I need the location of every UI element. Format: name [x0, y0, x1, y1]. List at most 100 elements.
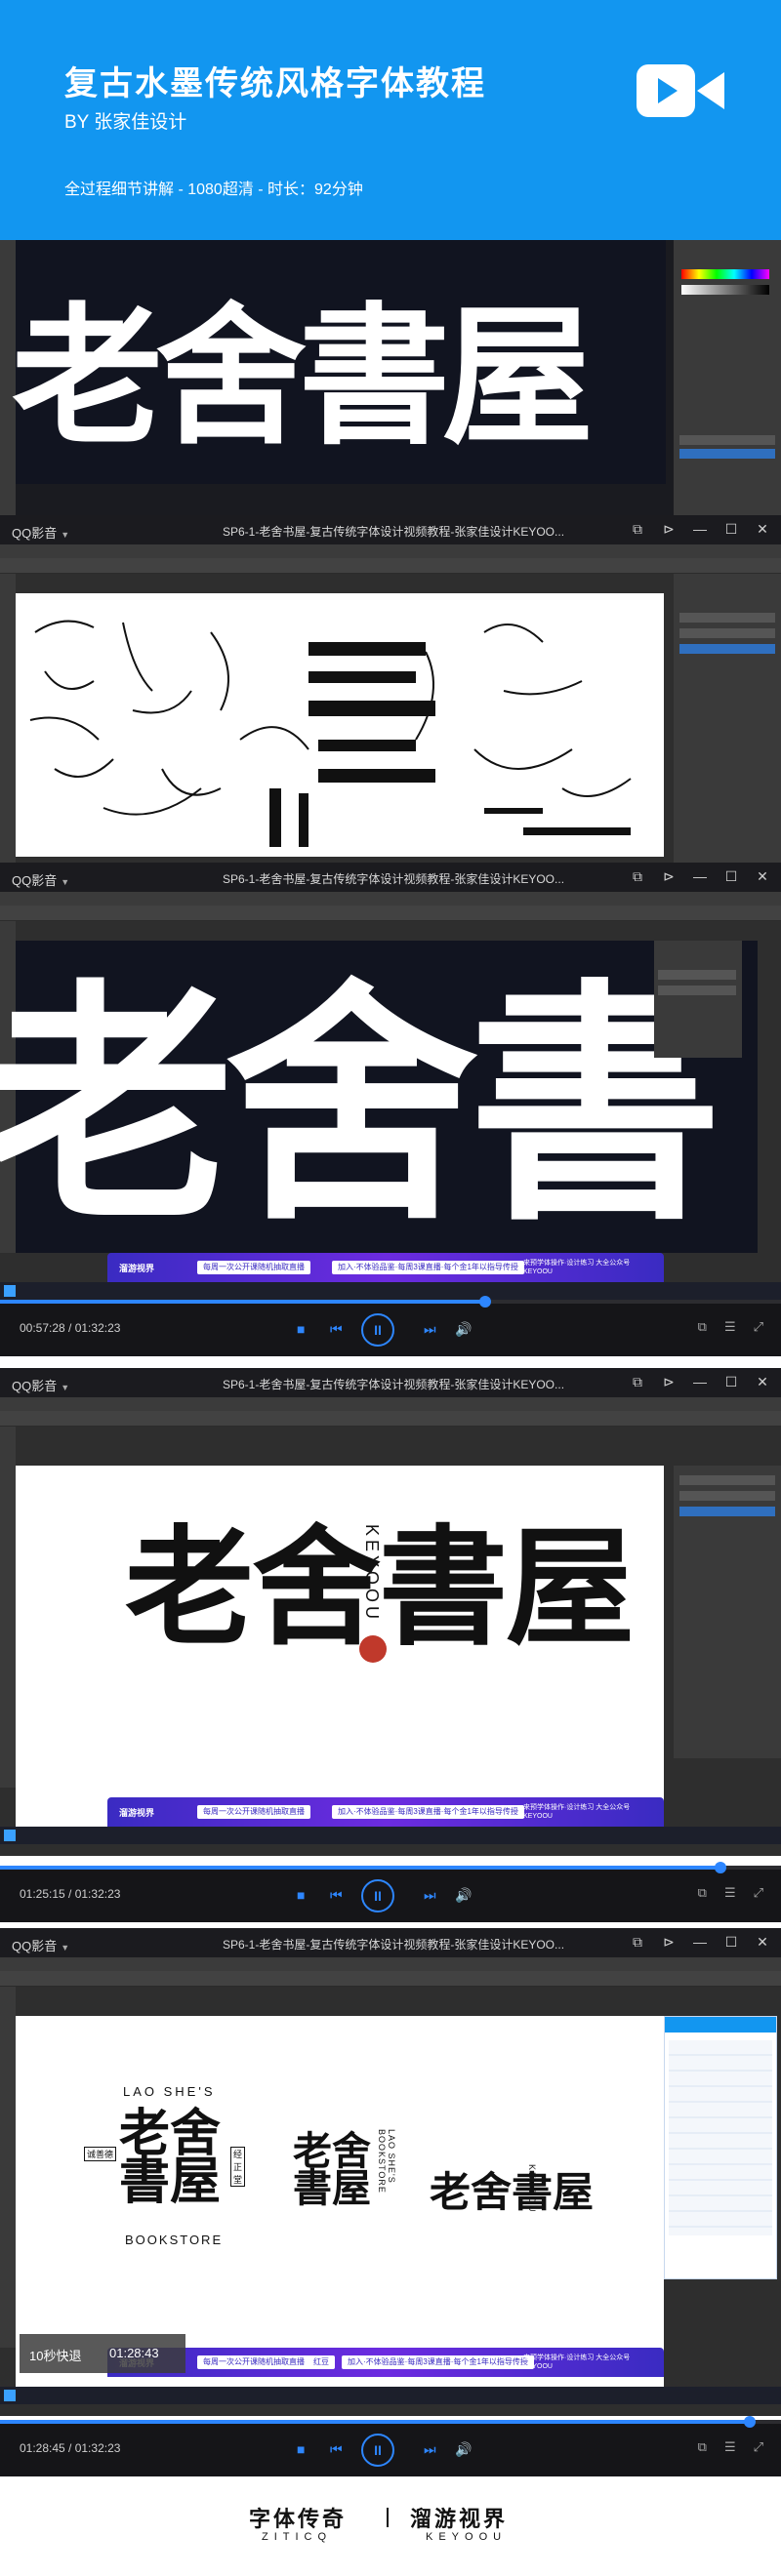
logo-top-text: LAO SHE'S — [123, 2084, 216, 2099]
layer-row[interactable] — [679, 644, 775, 654]
chevron-down-icon[interactable]: ▼ — [61, 1943, 69, 1952]
stop-icon[interactable]: ■ — [297, 2441, 305, 2457]
layer-row[interactable] — [658, 986, 736, 995]
app-name[interactable]: QQ影音 — [12, 526, 57, 541]
windows-start-icon[interactable] — [4, 1285, 16, 1297]
playlist-icon[interactable]: ☰ — [724, 1885, 736, 1901]
stop-icon[interactable]: ■ — [297, 1887, 305, 1903]
course-meta: 全过程细节讲解 - 1080超清 - 时长：92分钟 — [64, 181, 363, 198]
next-icon[interactable]: ⏭ — [424, 2441, 436, 2458]
progress-knob[interactable] — [715, 1862, 726, 1873]
screenshot-icon[interactable]: ⧉ — [629, 867, 646, 885]
chevron-down-icon[interactable]: ▼ — [61, 1383, 69, 1392]
previous-icon[interactable]: ⏮ — [330, 2441, 343, 2458]
pause-button[interactable]: II — [361, 1313, 394, 1347]
progress-bar[interactable] — [0, 1866, 781, 1870]
close-icon[interactable]: ✕ — [754, 1933, 771, 1951]
maximize-icon[interactable]: ☐ — [722, 1933, 740, 1951]
video-title: SP6-1-老舍书屋-复古传统字体设计视频教程-张家佳设计KEYOO... — [223, 872, 565, 886]
minimize-icon[interactable]: — — [691, 520, 709, 538]
player-controls: 01:25:15 / 01:32:23 ■ ⏮ II ⏭ 🔊 ⧉ ☰ ⤢ — [0, 1862, 781, 1922]
screenshot-icon[interactable]: ⧉ — [698, 2439, 707, 2455]
next-icon[interactable]: ⏭ — [424, 1321, 436, 1338]
banner-pill[interactable]: 加入·不体验品鉴·每周3课直播·每个金1年以指导传授 — [332, 1805, 524, 1819]
pin-icon[interactable]: ⊳ — [660, 1933, 678, 1951]
close-icon[interactable]: ✕ — [754, 1373, 771, 1390]
screenshot-icon[interactable]: ⧉ — [629, 520, 646, 538]
promo-banner: 溜游视界 每周一次公开课随机抽取直播 加入·不体验品鉴·每周3课直播·每个金1年… — [107, 1253, 664, 1282]
maximize-icon[interactable]: ☐ — [722, 520, 740, 538]
close-icon[interactable]: ✕ — [754, 520, 771, 538]
player-titlebar: QQ影音 ▼ SP6-1-老舍书屋-复古传统字体设计视频教程-张家佳设计KEYOO… — [0, 1928, 781, 1957]
app-name[interactable]: QQ影音 — [12, 1379, 57, 1393]
windows-taskbar — [0, 1827, 781, 1844]
ps-menubar — [0, 1397, 781, 1411]
banner-pill[interactable]: 每周一次公开课随机抽取直播 — [197, 2355, 310, 2369]
progress-bar[interactable] — [0, 1300, 781, 1304]
volume-icon[interactable]: 🔊 — [455, 1321, 472, 1338]
chevron-down-icon[interactable]: ▼ — [61, 877, 69, 887]
screenshot-icon[interactable]: ⧉ — [698, 1885, 707, 1901]
banner-pill[interactable]: 红豆 — [308, 2355, 335, 2369]
screenshot-icon[interactable]: ⧉ — [629, 1373, 646, 1390]
brand-ziticq-sub: ZITICQ — [262, 2531, 333, 2543]
seek-tooltip: 10秒快退 01:28:43 — [20, 2334, 185, 2373]
next-icon[interactable]: ⏭ — [424, 1887, 436, 1904]
time-readout: 01:28:45 / 01:32:23 — [20, 2441, 121, 2455]
banner-pill[interactable]: 加入·不体验品鉴·每周3课直播·每个金1年以指导传授 — [332, 1261, 524, 1274]
layer-row[interactable] — [679, 449, 775, 459]
ps-menubar — [0, 544, 781, 558]
screenshot-icon[interactable]: ⧉ — [629, 1933, 646, 1951]
layer-row[interactable] — [679, 1507, 775, 1516]
banner-pill[interactable]: 加入·不体验品鉴·每周3课直播·每个金1年以指导传授 — [342, 2355, 534, 2369]
progress-knob[interactable] — [479, 1296, 491, 1308]
windows-start-icon[interactable] — [4, 2390, 16, 2401]
layer-row[interactable] — [679, 1491, 775, 1501]
chevron-down-icon[interactable]: ▼ — [61, 530, 69, 540]
pin-icon[interactable]: ⊳ — [660, 1373, 678, 1390]
banner-pill[interactable]: 每周一次公开课随机抽取直播 — [197, 1805, 310, 1819]
volume-icon[interactable]: 🔊 — [455, 1887, 472, 1904]
fullscreen-icon[interactable]: ⤢ — [754, 2439, 763, 2455]
screenshot-icon[interactable]: ⧉ — [698, 1319, 707, 1335]
progress-bar[interactable] — [0, 2420, 781, 2424]
player-controls: 00:57:28 / 01:32:23 ■ ⏮ II ⏭ 🔊 ⧉ ☰ ⤢ — [0, 1296, 781, 1356]
maximize-icon[interactable]: ☐ — [722, 867, 740, 885]
time-readout: 01:25:15 / 01:32:23 — [20, 1887, 121, 1901]
layer-row[interactable] — [679, 435, 775, 445]
chat-list[interactable] — [669, 2040, 772, 2235]
banner-right-text: 来预学体操作·设计练习 大全公众号 KEYOOU — [523, 2355, 631, 2370]
minimize-icon[interactable]: — — [691, 1933, 709, 1951]
fullscreen-icon[interactable]: ⤢ — [754, 1885, 763, 1901]
app-name[interactable]: QQ影音 — [12, 1939, 57, 1953]
banner-pill[interactable]: 每周一次公开课随机抽取直播 — [197, 1261, 310, 1274]
minimize-icon[interactable]: — — [691, 867, 709, 885]
progress-knob[interactable] — [744, 2416, 756, 2428]
previous-icon[interactable]: ⏮ — [330, 1321, 343, 1338]
fullscreen-icon[interactable]: ⤢ — [754, 1319, 763, 1335]
maximize-icon[interactable]: ☐ — [722, 1373, 740, 1390]
playlist-icon[interactable]: ☰ — [724, 1319, 736, 1335]
layer-row[interactable] — [679, 628, 775, 638]
video-camera-icon — [637, 64, 724, 117]
brush-stroke-sheet — [29, 620, 632, 847]
previous-icon[interactable]: ⏮ — [330, 1887, 343, 1904]
pause-button[interactable]: II — [361, 1879, 394, 1912]
playlist-icon[interactable]: ☰ — [724, 2439, 736, 2455]
app-name[interactable]: QQ影音 — [12, 873, 57, 888]
ps-right-panel — [654, 941, 742, 1058]
pin-icon[interactable]: ⊳ — [660, 867, 678, 885]
layer-row[interactable] — [658, 970, 736, 980]
layer-row[interactable] — [679, 1475, 775, 1485]
promo-banner: 溜游视界 每周一次公开课随机抽取直播 加入·不体验品鉴·每周3课直播·每个金1年… — [107, 1797, 664, 1827]
stop-icon[interactable]: ■ — [297, 1321, 305, 1337]
close-icon[interactable]: ✕ — [754, 867, 771, 885]
volume-icon[interactable]: 🔊 — [455, 2441, 472, 2458]
pause-button[interactable]: II — [361, 2434, 394, 2467]
windows-start-icon[interactable] — [4, 1830, 16, 1841]
brand-keyoou: 溜游视界 — [410, 2507, 509, 2531]
pin-icon[interactable]: ⊳ — [660, 520, 678, 538]
minimize-icon[interactable]: — — [691, 1373, 709, 1390]
ps-menubar — [0, 1957, 781, 1971]
layer-row[interactable] — [679, 613, 775, 623]
